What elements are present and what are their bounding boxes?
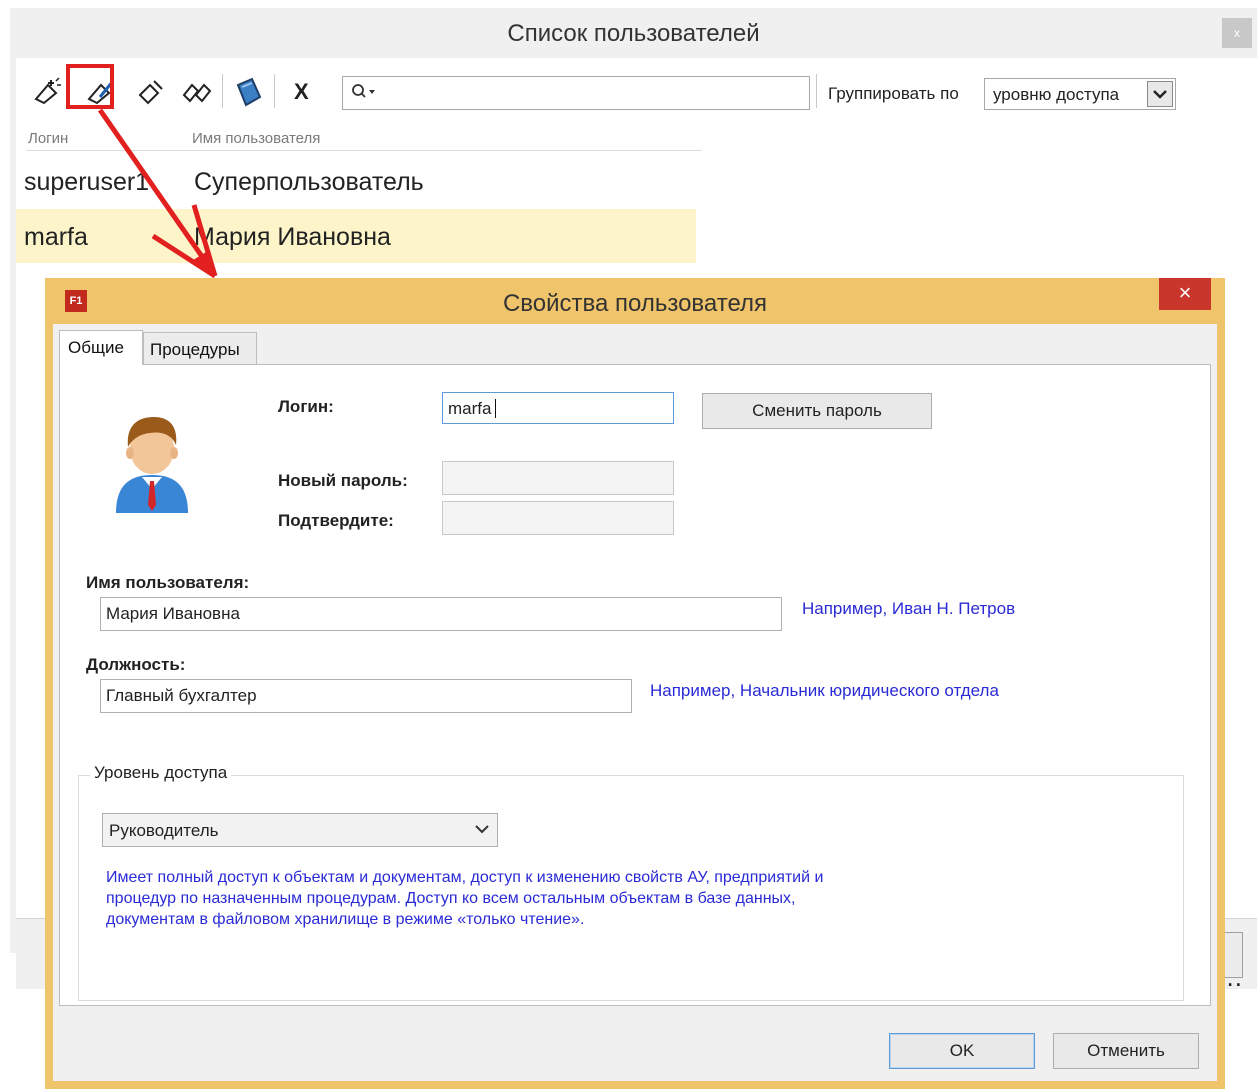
user-avatar-icon	[116, 417, 188, 513]
text-caret	[495, 399, 496, 418]
tab-panel-general: Логин: marfa Сменить пароль Новый пароль…	[59, 364, 1211, 1006]
new-password-field[interactable]	[442, 461, 674, 495]
position-field[interactable]: Главный бухгалтер	[100, 679, 632, 713]
add-user-button[interactable]	[26, 72, 66, 110]
copy-user-button[interactable]	[176, 72, 216, 110]
toolbar-separator	[816, 74, 817, 108]
tab-procedures[interactable]: Процедуры	[143, 332, 257, 366]
clear-filter-button[interactable]: X	[284, 72, 324, 110]
confirm-password-field[interactable]	[442, 501, 674, 535]
close-icon: X	[294, 79, 309, 104]
user-name: Мария Ивановна	[194, 223, 391, 251]
group-by-select[interactable]: уровню доступа	[984, 78, 1176, 110]
confirm-password-label: Подтвердите:	[278, 511, 394, 530]
user-list-toolbar: X Группировать по уровню доступа	[26, 68, 1256, 112]
username-field[interactable]: Мария Ивановна	[100, 597, 782, 631]
login-field[interactable]: marfa	[442, 392, 674, 424]
group-by-label: Группировать по	[828, 84, 959, 103]
user-login: superuser1	[24, 168, 150, 196]
user-properties-dialog: F1 Свойства пользователя × Общие Процеду…	[45, 278, 1225, 1089]
search-icon	[352, 84, 375, 98]
user-list-titlebar: Список пользователей x	[10, 8, 1257, 56]
access-description-line: процедур по назначенным процедурам. Дост…	[106, 890, 796, 907]
header-divider	[26, 150, 702, 151]
annotation-highlight-box	[66, 64, 114, 109]
user-name: Суперпользователь	[194, 168, 424, 196]
change-password-button[interactable]: Сменить пароль	[702, 393, 932, 429]
toolbar-separator	[274, 74, 275, 108]
user-row[interactable]: superuser1 Суперпользователь	[16, 154, 696, 208]
dialog-close-button[interactable]: ×	[1159, 278, 1211, 310]
new-password-label: Новый пароль:	[278, 471, 408, 490]
book-icon	[236, 77, 262, 107]
access-level-caption: Уровень доступа	[90, 763, 232, 783]
column-header-username[interactable]: Имя пользователя	[192, 130, 320, 147]
chevron-down-icon[interactable]	[1147, 81, 1173, 107]
position-hint: Например, Начальник юридического отдела	[650, 681, 999, 700]
dialog-titlebar[interactable]: F1 Свойства пользователя ×	[45, 278, 1225, 324]
delete-user-button[interactable]	[130, 72, 170, 110]
chevron-down-icon	[475, 825, 489, 834]
dialog-title: Свойства пользователя	[502, 290, 768, 317]
access-level-select[interactable]: Руководитель	[102, 813, 498, 847]
cancel-button[interactable]: Отменить	[1053, 1033, 1199, 1069]
login-label: Логин:	[278, 397, 334, 416]
group-by-value: уровню доступа	[993, 85, 1120, 104]
column-header-login[interactable]: Логин	[28, 130, 68, 147]
position-value: Главный бухгалтер	[106, 686, 257, 705]
user-login: marfa	[24, 223, 88, 251]
delete-user-icon	[138, 80, 163, 105]
position-label: Должность:	[86, 655, 186, 674]
access-level-value: Руководитель	[109, 821, 219, 840]
tab-general[interactable]: Общие	[59, 330, 143, 365]
username-label: Имя пользователя:	[86, 573, 250, 592]
login-value: marfa	[448, 399, 492, 418]
add-user-icon	[34, 77, 61, 105]
directory-button[interactable]	[228, 72, 268, 110]
ok-button[interactable]: OK	[889, 1033, 1035, 1069]
tab-general-label: Общие	[68, 338, 124, 357]
tab-procedures-label: Процедуры	[150, 340, 240, 359]
copy-user-icon	[182, 83, 212, 103]
search-input[interactable]	[342, 76, 810, 110]
username-hint: Например, Иван Н. Петров	[802, 599, 1016, 618]
access-description-line: Имеет полный доступ к объектам и докумен…	[106, 869, 824, 886]
user-list-title: Список пользователей	[507, 20, 760, 47]
dialog-body: Общие Процедуры Логин: marfa Сменить пар…	[53, 324, 1217, 1081]
user-list-close-button[interactable]: x	[1222, 18, 1252, 48]
toolbar-separator	[222, 74, 223, 108]
access-level-description: Имеет полный доступ к объектам и докумен…	[106, 867, 1006, 930]
username-value: Мария Ивановна	[106, 604, 240, 623]
user-row-selected[interactable]: marfa Мария Ивановна	[16, 209, 696, 263]
access-description-line: документам в файловом хранилище в режиме…	[106, 911, 585, 928]
